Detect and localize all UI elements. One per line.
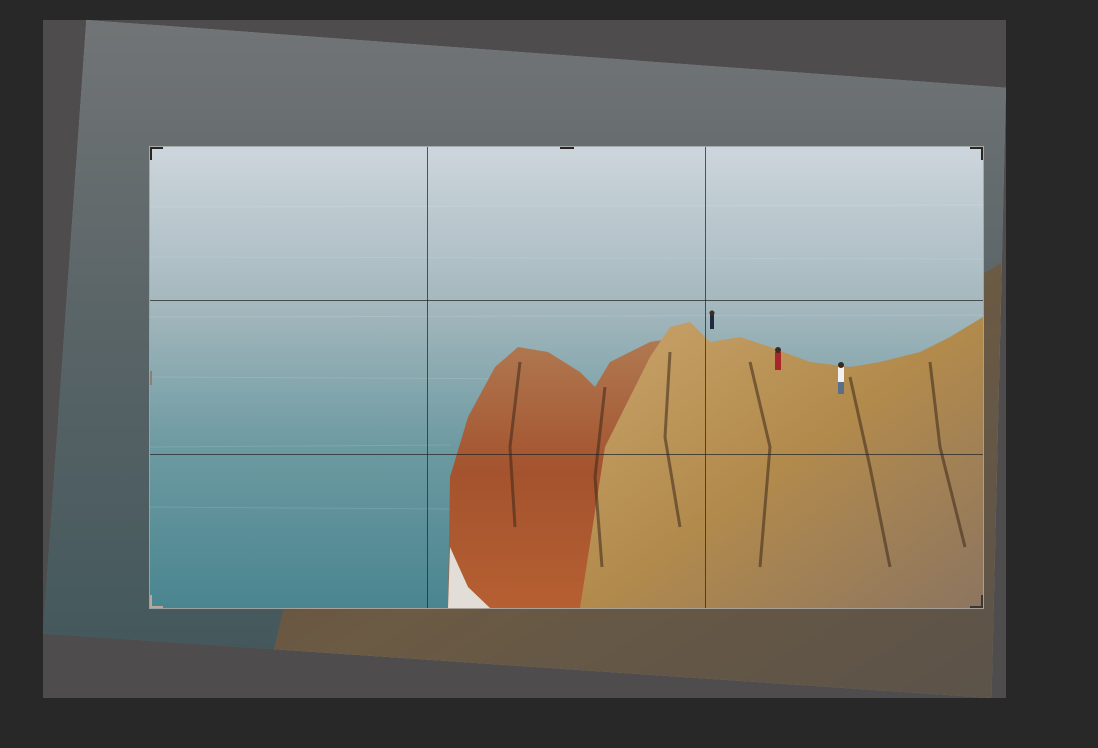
crop-handle-top[interactable] xyxy=(560,147,574,149)
grid-line-vertical-2 xyxy=(705,147,706,608)
crop-handle-bottom-left[interactable] xyxy=(150,595,163,608)
crop-handle-bottom-right[interactable] xyxy=(970,595,983,608)
grid-line-vertical-1 xyxy=(427,147,428,608)
crop-handle-top-left[interactable] xyxy=(150,147,163,160)
canvas-area xyxy=(43,20,1006,698)
crop-selection[interactable] xyxy=(150,147,983,608)
grid-line-horizontal-1 xyxy=(150,300,983,301)
editor-workspace xyxy=(0,0,1098,748)
photo-crop-icon xyxy=(150,147,983,608)
crop-handle-left[interactable] xyxy=(150,371,152,385)
crop-handle-top-right[interactable] xyxy=(970,147,983,160)
grid-line-horizontal-2 xyxy=(150,454,983,455)
